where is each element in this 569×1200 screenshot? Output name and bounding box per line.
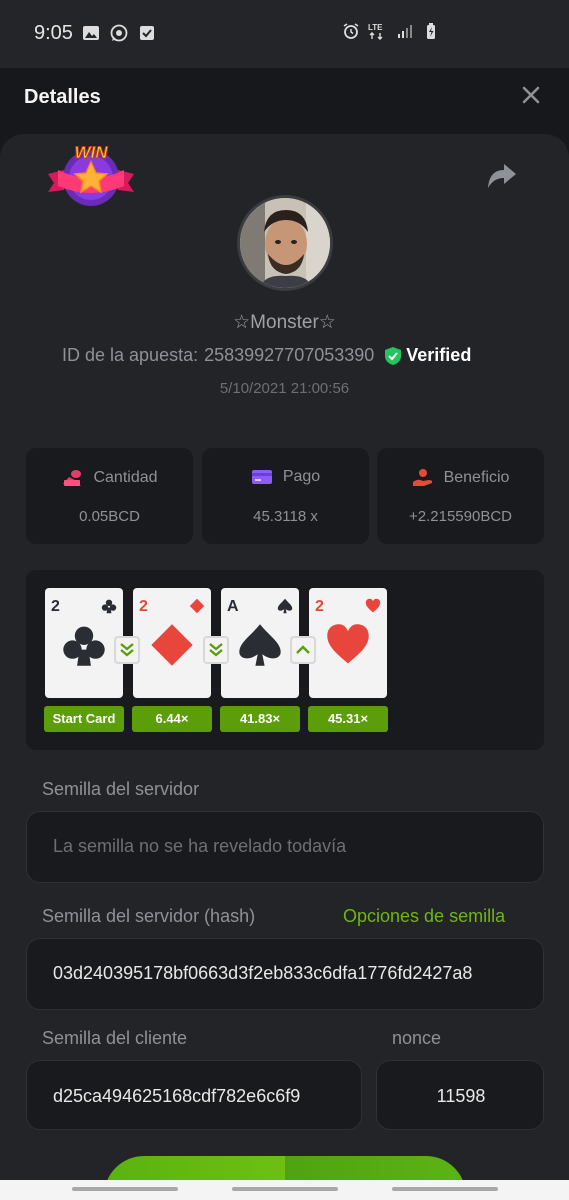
- stat-payout-head: Pago: [202, 468, 369, 486]
- stat-amount-value: 0.05BCD: [79, 508, 140, 525]
- multiplier-label: 6.44×: [132, 706, 212, 732]
- verified-label: Verified: [406, 345, 472, 365]
- bet-id-value: 25839927707053390: [204, 345, 375, 365]
- nonce-label: nonce: [392, 1028, 442, 1048]
- status-bar: 9:05 LTE: [0, 0, 569, 68]
- guess-lower: [203, 636, 229, 664]
- status-time: 9:05: [34, 22, 73, 44]
- client-seed-value: d25ca494625168cdf782e6c6f9: [53, 1086, 301, 1106]
- bet-id-row: ID de la apuesta: 25839927707053390 Veri…: [62, 345, 471, 366]
- verified-badge[interactable]: Verified: [384, 345, 471, 366]
- hearts-icon: [365, 598, 381, 613]
- diamonds-icon: [189, 598, 205, 614]
- multiplier-label: 45.31×: [308, 706, 388, 732]
- bet-details-screen: 9:05 LTE Detalles WIN ☆Monster☆ ID de la…: [0, 0, 569, 1200]
- stat-amount-head: Cantidad: [26, 468, 193, 488]
- playing-card: 2: [133, 588, 211, 698]
- system-icons: LTE: [342, 22, 440, 40]
- stat-payout: Pago 45.3118 x: [202, 448, 369, 544]
- nav-back[interactable]: [392, 1187, 498, 1191]
- server-seed-value: La semilla no se ha revelado todavía: [53, 836, 347, 856]
- alarm-icon: [343, 23, 359, 39]
- clubs-icon: [63, 626, 105, 666]
- playing-card: 2: [309, 588, 387, 698]
- server-seed-field[interactable]: La semilla no se ha revelado todavía: [26, 811, 544, 883]
- nonce-field[interactable]: 11598: [376, 1060, 544, 1130]
- card-rank: 2: [51, 598, 60, 615]
- stat-profit-value: +2.215590BCD: [409, 508, 512, 525]
- checkbox-icon: [140, 26, 154, 40]
- clubs-icon: [101, 599, 117, 614]
- hearts-icon: [327, 624, 369, 664]
- card-rank: 2: [315, 598, 324, 615]
- system-nav-bar: [0, 1180, 569, 1200]
- close-icon[interactable]: [518, 82, 544, 108]
- hand-coin-icon: [412, 469, 432, 486]
- stat-amount: Cantidad 0.05BCD: [26, 448, 193, 544]
- signal-icon: [398, 25, 412, 38]
- share-icon[interactable]: [486, 162, 518, 192]
- diamonds-icon: [151, 624, 193, 666]
- shield-check-icon: [385, 346, 402, 365]
- client-seed-label: Semilla del cliente: [42, 1028, 188, 1048]
- stat-profit-head: Beneficio: [377, 468, 544, 488]
- server-seed-label: Semilla del servidor: [42, 779, 200, 799]
- avatar-photo: [240, 198, 330, 288]
- bet-date: 5/10/2021 21:00:56: [219, 380, 350, 397]
- spades-icon: [277, 598, 293, 614]
- page-title: Detalles: [24, 86, 101, 108]
- stat-payout-value: 45.3118 x: [253, 508, 318, 525]
- image-icon: [83, 26, 99, 40]
- playing-card: 2: [45, 588, 123, 698]
- avatar[interactable]: [237, 195, 333, 291]
- chevron-up-icon: [296, 645, 310, 654]
- double-chevron-down-icon: [209, 643, 223, 657]
- playing-card: A: [221, 588, 299, 698]
- card-rank: A: [227, 598, 239, 615]
- card-rank: 2: [139, 598, 148, 615]
- server-hash-value: 03d240395178bf0663d3f2eb833c6dfa1776fd24…: [53, 963, 473, 983]
- server-hash-field[interactable]: 03d240395178bf0663d3f2eb833c6dfa1776fd24…: [26, 938, 544, 1010]
- notification-icons: [82, 24, 156, 42]
- username: ☆Monster☆: [233, 312, 336, 333]
- win-badge-icon: WIN: [48, 143, 134, 206]
- nav-recents[interactable]: [72, 1187, 178, 1191]
- stat-profit: Beneficio +2.215590BCD: [377, 448, 544, 544]
- card-icon: [251, 470, 272, 484]
- server-hash-label: Semilla del servidor (hash): [42, 906, 256, 926]
- stat-profit-label: Beneficio: [443, 469, 510, 486]
- stat-payout-label: Pago: [282, 468, 321, 485]
- spades-icon: [239, 624, 281, 666]
- svg-text:WIN: WIN: [74, 143, 108, 162]
- header: Detalles: [0, 68, 569, 128]
- lte-icon: LTE: [368, 23, 383, 40]
- nonce-value: 11598: [436, 1086, 486, 1106]
- multiplier-label: Start Card: [44, 706, 124, 732]
- coins-icon: [63, 470, 82, 486]
- seed-options-link[interactable]: Opciones de semilla: [343, 906, 505, 927]
- bet-id-label: ID de la apuesta:: [62, 345, 199, 365]
- stat-amount-label: Cantidad: [93, 469, 158, 486]
- svg-text:LTE: LTE: [368, 23, 383, 32]
- guess-lower: [114, 636, 140, 664]
- guess-higher: [290, 636, 316, 664]
- double-chevron-down-icon: [120, 643, 134, 657]
- multiplier-label: 41.83×: [220, 706, 300, 732]
- whatsapp-icon: [110, 24, 128, 42]
- battery-icon: [427, 23, 435, 39]
- client-seed-field[interactable]: d25ca494625168cdf782e6c6f9: [26, 1060, 362, 1130]
- nav-home[interactable]: [232, 1187, 338, 1191]
